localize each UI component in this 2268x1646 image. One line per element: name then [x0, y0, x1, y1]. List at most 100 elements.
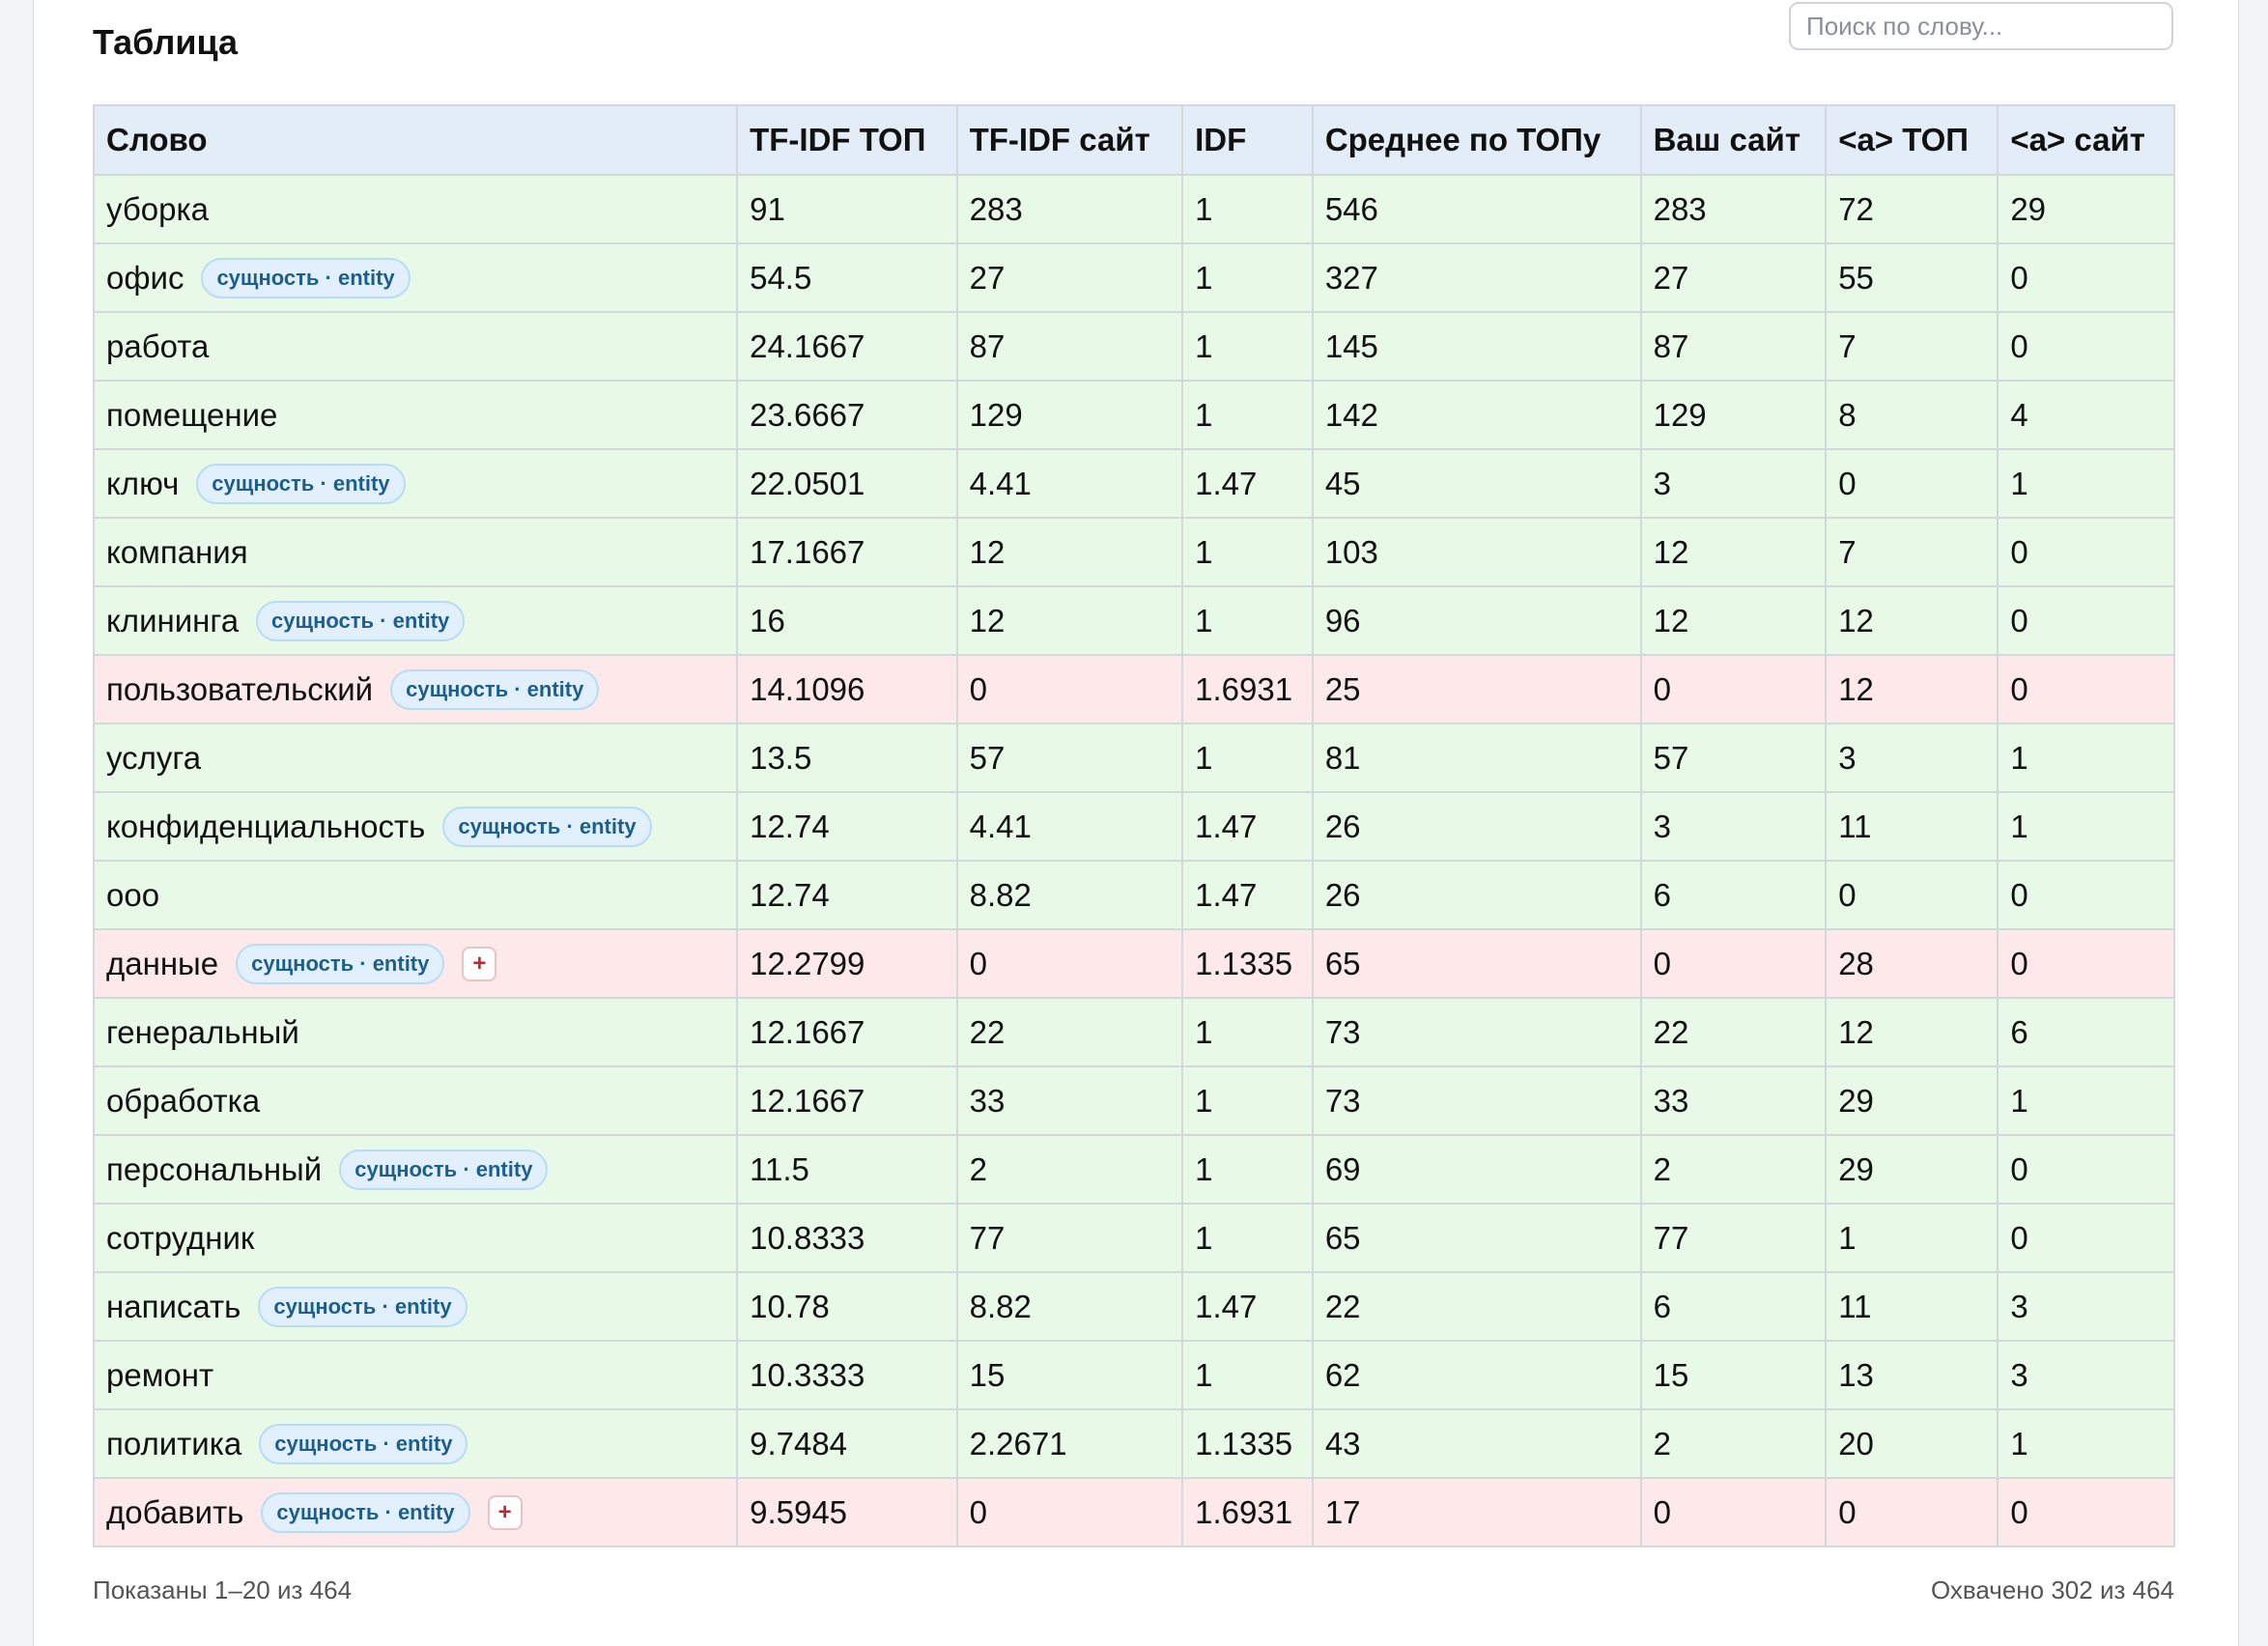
column-header-tfidf-site[interactable]: TF-IDF сайт — [955, 104, 1184, 176]
table-row: уборка 91 283 1 546 283 72 29 — [92, 174, 2175, 244]
table-row: помещение 23.6667 129 1 142 129 8 4 — [92, 380, 2175, 450]
avg-top-cell: 65 — [1311, 928, 1642, 999]
idf-cell: 1.47 — [1181, 860, 1314, 930]
column-header-idf[interactable]: IDF — [1181, 104, 1314, 176]
tfidf-site-cell: 12 — [955, 585, 1184, 656]
idf-cell: 1 — [1181, 723, 1314, 793]
avg-top-cell: 96 — [1311, 585, 1642, 656]
add-word-button[interactable]: + — [462, 946, 497, 981]
avg-top-cell: 145 — [1311, 311, 1642, 382]
your-site-cell: 57 — [1639, 723, 1828, 793]
tfidf-top-cell: 54.5 — [736, 242, 958, 313]
column-header-tfidf-top[interactable]: TF-IDF ТОП — [736, 104, 958, 176]
anchor-site-cell: 4 — [1997, 380, 2175, 450]
column-header-anchor-site[interactable]: <a> сайт — [1997, 104, 2175, 176]
idf-cell: 1 — [1181, 997, 1314, 1067]
your-site-cell: 129 — [1639, 380, 1828, 450]
tfidf-top-cell: 17.1667 — [736, 517, 958, 587]
table-row: ремонт 10.3333 15 1 62 15 13 3 — [92, 1340, 2175, 1410]
avg-top-cell: 81 — [1311, 723, 1642, 793]
word-text: сотрудник — [106, 1219, 255, 1256]
anchor-top-cell: 13 — [1825, 1340, 1999, 1410]
add-word-button[interactable]: + — [487, 1494, 523, 1530]
anchor-top-cell: 20 — [1825, 1408, 1999, 1479]
avg-top-cell: 22 — [1311, 1271, 1642, 1342]
anchor-site-cell: 1 — [1997, 791, 2175, 862]
anchor-site-cell: 29 — [1997, 174, 2175, 244]
anchor-site-cell: 0 — [1997, 1134, 2175, 1205]
word-cell: работа — [92, 311, 739, 382]
tfidf-site-cell: 87 — [955, 311, 1184, 382]
anchor-site-cell: 0 — [1997, 1203, 2175, 1273]
avg-top-cell: 546 — [1311, 174, 1642, 244]
word-cell: сотрудник — [92, 1203, 739, 1273]
word-cell: компания — [92, 517, 739, 587]
word-cell: политика сущность · entity — [92, 1408, 739, 1479]
anchor-site-cell: 0 — [1997, 1477, 2175, 1547]
idf-cell: 1 — [1181, 517, 1314, 587]
word-text: работа — [106, 327, 210, 364]
tfidf-top-cell: 24.1667 — [736, 311, 958, 382]
word-cell: конфиденциальность сущность · entity — [92, 791, 739, 862]
avg-top-cell: 73 — [1311, 1065, 1642, 1136]
table-row: компания 17.1667 12 1 103 12 7 0 — [92, 517, 2175, 587]
word-text: обработка — [106, 1082, 261, 1119]
word-cell: офис сущность · entity — [92, 242, 739, 313]
entity-badge: сущность · entity — [261, 1491, 470, 1533]
idf-cell: 1 — [1181, 1065, 1314, 1136]
column-header-your-site[interactable]: Ваш сайт — [1639, 104, 1828, 176]
table-row: написать сущность · entity 10.78 8.82 1.47 22… — [92, 1271, 2175, 1342]
tfidf-top-cell: 10.78 — [736, 1271, 958, 1342]
anchor-site-cell: 1 — [1997, 448, 2175, 519]
anchor-top-cell: 29 — [1825, 1065, 1999, 1136]
pagination-info: Показаны 1–20 из 464 — [93, 1575, 353, 1604]
your-site-cell: 3 — [1639, 791, 1828, 862]
search-input[interactable] — [1789, 2, 2173, 50]
word-cell: данные сущность · entity + — [92, 928, 739, 999]
your-site-cell: 12 — [1639, 585, 1828, 656]
word-cell: клининга сущность · entity — [92, 585, 739, 656]
word-cell: ключ сущность · entity — [92, 448, 739, 519]
avg-top-cell: 25 — [1311, 654, 1642, 724]
entity-badge: сущность · entity — [196, 463, 406, 504]
anchor-site-cell: 0 — [1997, 928, 2175, 999]
tfidf-top-cell: 14.1096 — [736, 654, 958, 724]
your-site-cell: 283 — [1639, 174, 1828, 244]
entity-badge: сущность · entity — [442, 806, 652, 847]
tfidf-site-cell: 129 — [955, 380, 1184, 450]
your-site-cell: 77 — [1639, 1203, 1828, 1273]
column-header-anchor-top[interactable]: <a> ТОП — [1825, 104, 1999, 176]
table-row: работа 24.1667 87 1 145 87 7 0 — [92, 311, 2175, 382]
table-row: ключ сущность · entity 22.0501 4.41 1.47 45 3 0… — [92, 448, 2175, 519]
word-text: ооо — [106, 876, 160, 913]
table-row: услуга 13.5 57 1 81 57 3 1 — [92, 723, 2175, 793]
tfidf-top-cell: 11.5 — [736, 1134, 958, 1205]
word-text: офис — [106, 259, 184, 296]
word-cell: добавить сущность · entity + — [92, 1477, 739, 1547]
anchor-top-cell: 3 — [1825, 723, 1999, 793]
coverage-info: Охвачено 302 из 464 — [1930, 1575, 2174, 1604]
tfidf-top-cell: 22.0501 — [736, 448, 958, 519]
anchor-top-cell: 7 — [1825, 311, 1999, 382]
word-cell: ооо — [92, 860, 739, 930]
word-text: генеральный — [106, 1013, 299, 1050]
avg-top-cell: 103 — [1311, 517, 1642, 587]
avg-top-cell: 69 — [1311, 1134, 1642, 1205]
tfidf-site-cell: 12 — [955, 517, 1184, 587]
tfidf-site-cell: 57 — [955, 723, 1184, 793]
column-header-word[interactable]: Слово — [92, 104, 739, 176]
avg-top-cell: 43 — [1311, 1408, 1642, 1479]
word-cell: генеральный — [92, 997, 739, 1067]
column-header-avg-top[interactable]: Среднее по ТОПу — [1311, 104, 1642, 176]
your-site-cell: 0 — [1639, 1477, 1828, 1547]
idf-cell: 1.1335 — [1181, 1408, 1314, 1479]
anchor-site-cell: 0 — [1997, 654, 2175, 724]
tfidf-top-cell: 16 — [736, 585, 958, 656]
tfidf-site-cell: 4.41 — [955, 448, 1184, 519]
anchor-top-cell: 28 — [1825, 928, 1999, 999]
word-cell: персональный сущность · entity — [92, 1134, 739, 1205]
tfidf-site-cell: 22 — [955, 997, 1184, 1067]
word-text: уборка — [106, 190, 209, 227]
avg-top-cell: 26 — [1311, 791, 1642, 862]
idf-cell: 1.47 — [1181, 448, 1314, 519]
